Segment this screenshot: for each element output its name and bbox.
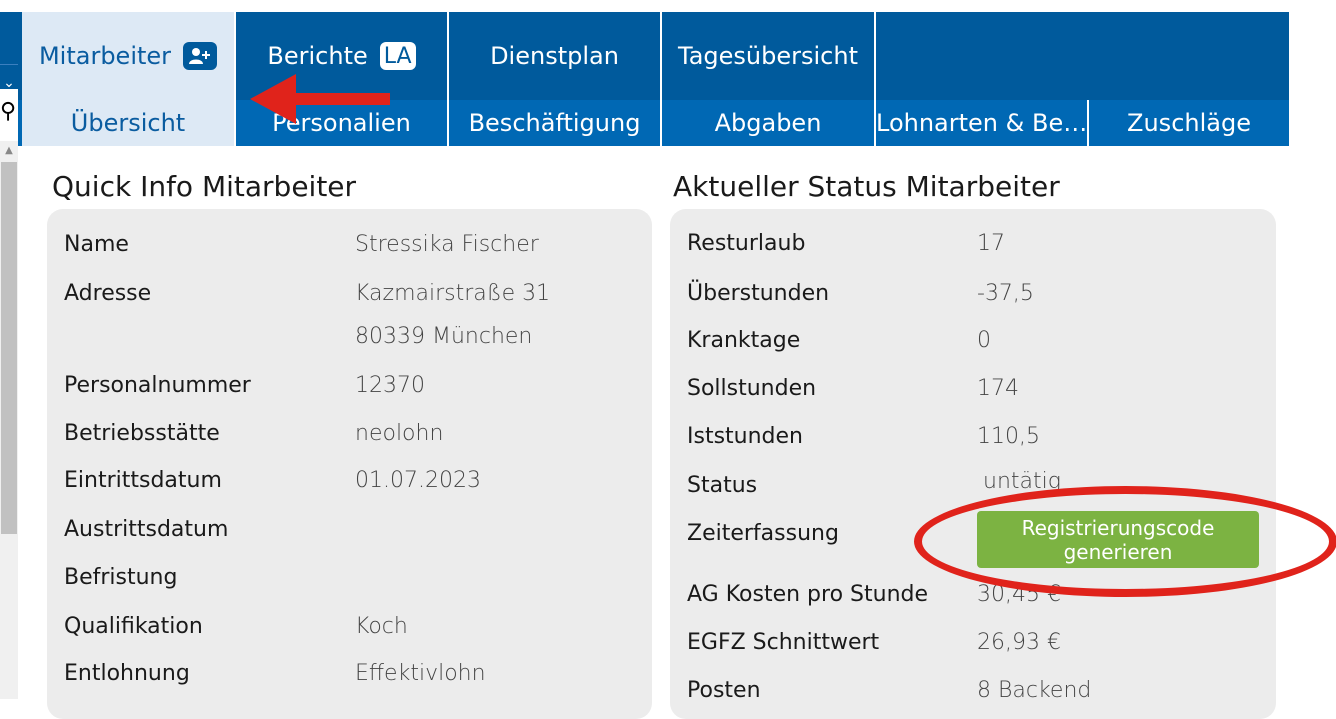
tab-mitarbeiter[interactable]: Mitarbeiter bbox=[22, 12, 234, 100]
value-resturlaub: 17 bbox=[977, 231, 1005, 256]
value-adresse-city: 80339 München bbox=[355, 324, 533, 349]
tab-label: Berichte bbox=[267, 42, 368, 70]
value-ueberstunden: -37,5 bbox=[977, 281, 1034, 306]
label-ueberstunden: Überstunden bbox=[687, 281, 830, 306]
subtab-abgaben[interactable]: Abgaben bbox=[662, 100, 874, 146]
subtab-lohnarten[interactable]: Lohnarten & Be… bbox=[876, 100, 1087, 146]
value-personalnummer: 12370 bbox=[355, 373, 425, 398]
label-betriebsstaette: Betriebsstätte bbox=[64, 421, 220, 446]
tab-divider bbox=[874, 12, 876, 100]
label-eintrittsdatum: Eintrittsdatum bbox=[64, 468, 222, 493]
tab-dienstplan[interactable]: Dienstplan bbox=[449, 12, 660, 100]
subtab-uebersicht[interactable]: Übersicht bbox=[22, 100, 234, 146]
label-iststunden: Iststunden bbox=[687, 424, 803, 449]
search-icon[interactable]: ⚲ bbox=[0, 89, 18, 134]
label-austrittsdatum: Austrittsdatum bbox=[64, 517, 229, 542]
label-ag-kosten: AG Kosten pro Stunde bbox=[687, 582, 929, 607]
label-zeiterfassung: Zeiterfassung bbox=[687, 521, 839, 546]
label-entlohnung: Entlohnung bbox=[64, 661, 190, 686]
label-egfz: EGFZ Schnittwert bbox=[687, 630, 880, 655]
status-title: Aktueller Status Mitarbeiter bbox=[673, 170, 1060, 203]
label-status: Status bbox=[687, 473, 758, 498]
annotation-arrow-head bbox=[250, 74, 296, 124]
label-qualifikation: Qualifikation bbox=[64, 614, 203, 639]
tab-label: Mitarbeiter bbox=[38, 42, 172, 70]
value-adresse-street: Kazmairstraße 31 bbox=[355, 281, 551, 306]
value-kranktage: 0 bbox=[977, 328, 991, 353]
value-qualifikation: Koch bbox=[355, 614, 408, 639]
label-personalnummer: Personalnummer bbox=[64, 373, 251, 398]
label-resturlaub: Resturlaub bbox=[687, 231, 806, 256]
value-betriebsstaette: neolohn bbox=[355, 421, 444, 446]
tab-label: Tagesübersicht bbox=[678, 42, 858, 70]
label-kranktage: Kranktage bbox=[687, 328, 801, 353]
tab-label: Dienstplan bbox=[490, 42, 619, 70]
value-entlohnung: Effektivlohn bbox=[355, 661, 486, 686]
label-posten: Posten bbox=[687, 678, 761, 703]
tab-tagesuebersicht[interactable]: Tagesübersicht bbox=[662, 12, 874, 100]
left-strip-header bbox=[0, 12, 18, 64]
quick-info-title: Quick Info Mitarbeiter bbox=[52, 170, 357, 203]
add-user-icon bbox=[183, 42, 218, 70]
label-befristung: Befristung bbox=[64, 565, 178, 590]
annotation-ellipse bbox=[914, 486, 1336, 597]
subtab-beschaeftigung[interactable]: Beschäftigung bbox=[449, 100, 660, 146]
scroll-up-icon[interactable]: ▲ bbox=[0, 141, 18, 161]
label-name: Name bbox=[64, 232, 129, 257]
label-sollstunden: Sollstunden bbox=[687, 376, 817, 401]
label-adresse: Adresse bbox=[64, 281, 152, 306]
la-badge: LA bbox=[379, 42, 416, 70]
value-iststunden: 110,5 bbox=[977, 424, 1040, 449]
subtab-zuschlaege[interactable]: Zuschläge bbox=[1089, 100, 1289, 146]
value-posten: 8 Backend bbox=[977, 678, 1092, 703]
value-egfz: 26,93 € bbox=[977, 630, 1061, 655]
scrollbar-thumb[interactable] bbox=[1, 162, 17, 534]
value-sollstunden: 174 bbox=[977, 376, 1019, 401]
value-eintrittsdatum: 01.07.2023 bbox=[355, 468, 481, 493]
annotation-arrow-shaft bbox=[282, 93, 390, 105]
value-name: Stressika Fischer bbox=[355, 232, 539, 257]
